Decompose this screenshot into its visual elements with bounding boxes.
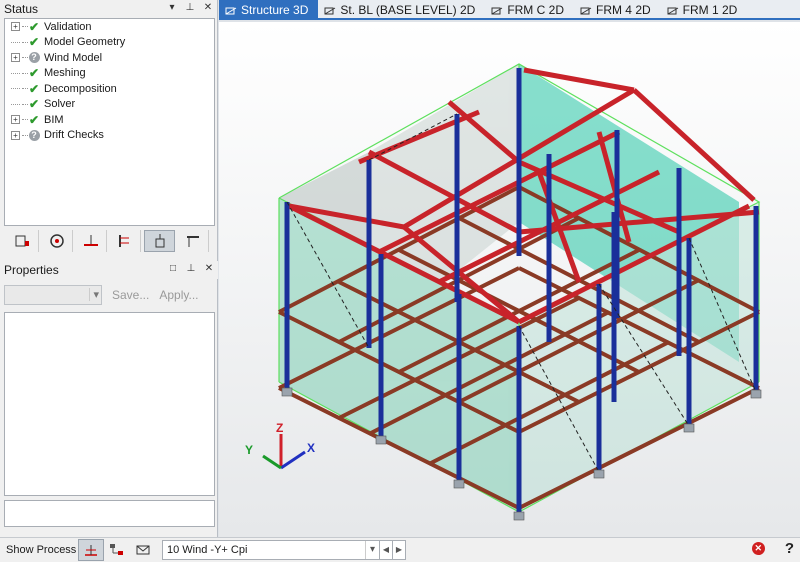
properties-panel-header: Properties □ ⊥ ✕ [0,261,218,279]
next-case-button[interactable]: ▶ [393,540,406,560]
tree-connector [11,41,20,43]
beam-icon[interactable] [178,230,209,252]
properties-grid [4,312,215,496]
chevron-down-icon[interactable]: ▾ [365,541,379,559]
axis-triad: Z X Y [245,421,315,470]
apply-button[interactable]: Apply... [159,288,198,302]
left-panel: Status ▾ ⊥ ✕ + ✔ Validation ✔ Model Geometry… [0,0,218,537]
tab-st-bl-base-level-2d[interactable]: St. BL (BASE LEVEL) 2D [318,0,485,20]
cube-icon [225,5,237,15]
process-icon[interactable] [78,539,104,561]
expand-icon[interactable]: + [11,22,20,32]
structure-3d-viewport[interactable]: Z X Y [219,22,800,537]
structure-3d-model[interactable]: Z X Y [219,22,800,537]
check-icon: ✔ [28,66,40,81]
check-icon: ✔ [28,35,40,50]
statusbar: Show Process 10 Wind -Y+ Cpi ▾ ◀ ▶ ✕ ? [0,537,800,562]
tree-item-label: Model Geometry [44,36,126,49]
check-icon: ✔ [28,112,40,127]
status-panel-header: Status ▾ ⊥ ✕ [0,0,217,18]
properties-select[interactable] [4,285,102,305]
tree-connector [11,88,20,90]
expand-icon[interactable]: + [11,53,20,63]
tree-item[interactable]: +? Wind Model [5,50,214,66]
tree-item-label: Validation [44,20,92,33]
tab-frm-1-2d[interactable]: FRM 1 2D [661,0,748,20]
check-icon: ✔ [28,81,40,96]
load-case-select[interactable]: 10 Wind -Y+ Cpi ▾ [162,540,380,560]
frame-2d-icon [580,5,592,15]
tree-connector [11,103,20,105]
question-icon: ? [28,129,40,141]
close-icon[interactable]: ✕ [203,2,213,13]
question-icon: ? [28,52,40,64]
tab-structure-3d[interactable]: Structure 3D [219,0,319,20]
status-tree: + ✔ Validation ✔ Model Geometry +? Wind Model ✔… [4,18,215,226]
status-toolstrip [4,228,215,254]
previous-case-button[interactable]: ◀ [380,540,393,560]
frame-2d-icon [667,5,679,15]
tree-item[interactable]: +? Drift Checks [5,128,214,144]
tree-item-label: Decomposition [44,82,117,95]
check-icon: ✔ [28,97,40,112]
tree-item-label: Drift Checks [44,129,104,142]
axis-y-label: Y [245,443,253,457]
tree-item[interactable]: ✔ Solver [5,97,214,113]
tree-icon[interactable] [104,539,130,561]
tab-label: Structure 3D [241,3,309,17]
minimize-icon[interactable]: □ [168,263,178,274]
tree-item-label: Meshing [44,67,86,80]
dropdown-icon[interactable]: ▾ [167,2,177,13]
tree-item[interactable]: + ✔ Validation [5,19,214,35]
tree-item[interactable]: + ✔ BIM [5,112,214,128]
tab-label: FRM 1 2D [682,3,738,17]
tree-item-label: BIM [44,113,64,126]
elevation-icon[interactable] [110,230,141,252]
mail-icon[interactable] [130,539,156,561]
tab-frm-4-2d[interactable]: FRM 4 2D [574,0,661,20]
pin-icon[interactable]: ⊥ [186,263,196,274]
tree-item[interactable]: ✔ Decomposition [5,81,214,97]
frame-icon[interactable] [8,230,39,252]
status-panel-title: Status [4,2,39,16]
tree-item-label: Wind Model [44,51,103,64]
load-case-value: 10 Wind -Y+ Cpi [167,544,248,556]
tab-frm-c-2d[interactable]: FRM C 2D [485,0,574,20]
pin-icon[interactable]: ⊥ [185,2,195,13]
check-icon: ✔ [28,19,40,34]
properties-panel-title: Properties [4,263,59,277]
expand-icon[interactable]: + [11,115,20,125]
tree-item[interactable]: ✔ Meshing [5,66,214,82]
tab-label: St. BL (BASE LEVEL) 2D [340,3,476,17]
tab-label: FRM 4 2D [595,3,651,17]
save-button[interactable]: Save... [112,288,149,302]
support-icon[interactable] [76,230,107,252]
tree-connector [11,72,20,74]
tree-item-label: Solver [44,98,76,111]
tab-label: FRM C 2D [507,3,564,17]
properties-toolbar: Save... Apply... [4,284,215,306]
load-icon[interactable] [144,230,175,252]
view-tabs: Structure 3D St. BL (BASE LEVEL) 2D FRM C … [219,0,800,20]
axis-z-label: Z [276,421,283,435]
tree-item[interactable]: ✔ Model Geometry [5,35,214,51]
plan-icon [324,5,336,15]
show-process-label: Show Process [6,544,77,556]
properties-description [4,500,215,527]
error-icon[interactable]: ✕ [751,542,765,555]
expand-icon[interactable]: + [11,130,20,140]
help-icon[interactable]: ? [785,540,794,557]
close-icon[interactable]: ✕ [204,263,214,274]
axis-x-label: X [307,441,315,455]
frame-2d-icon [491,5,503,15]
globe-icon[interactable] [42,230,73,252]
